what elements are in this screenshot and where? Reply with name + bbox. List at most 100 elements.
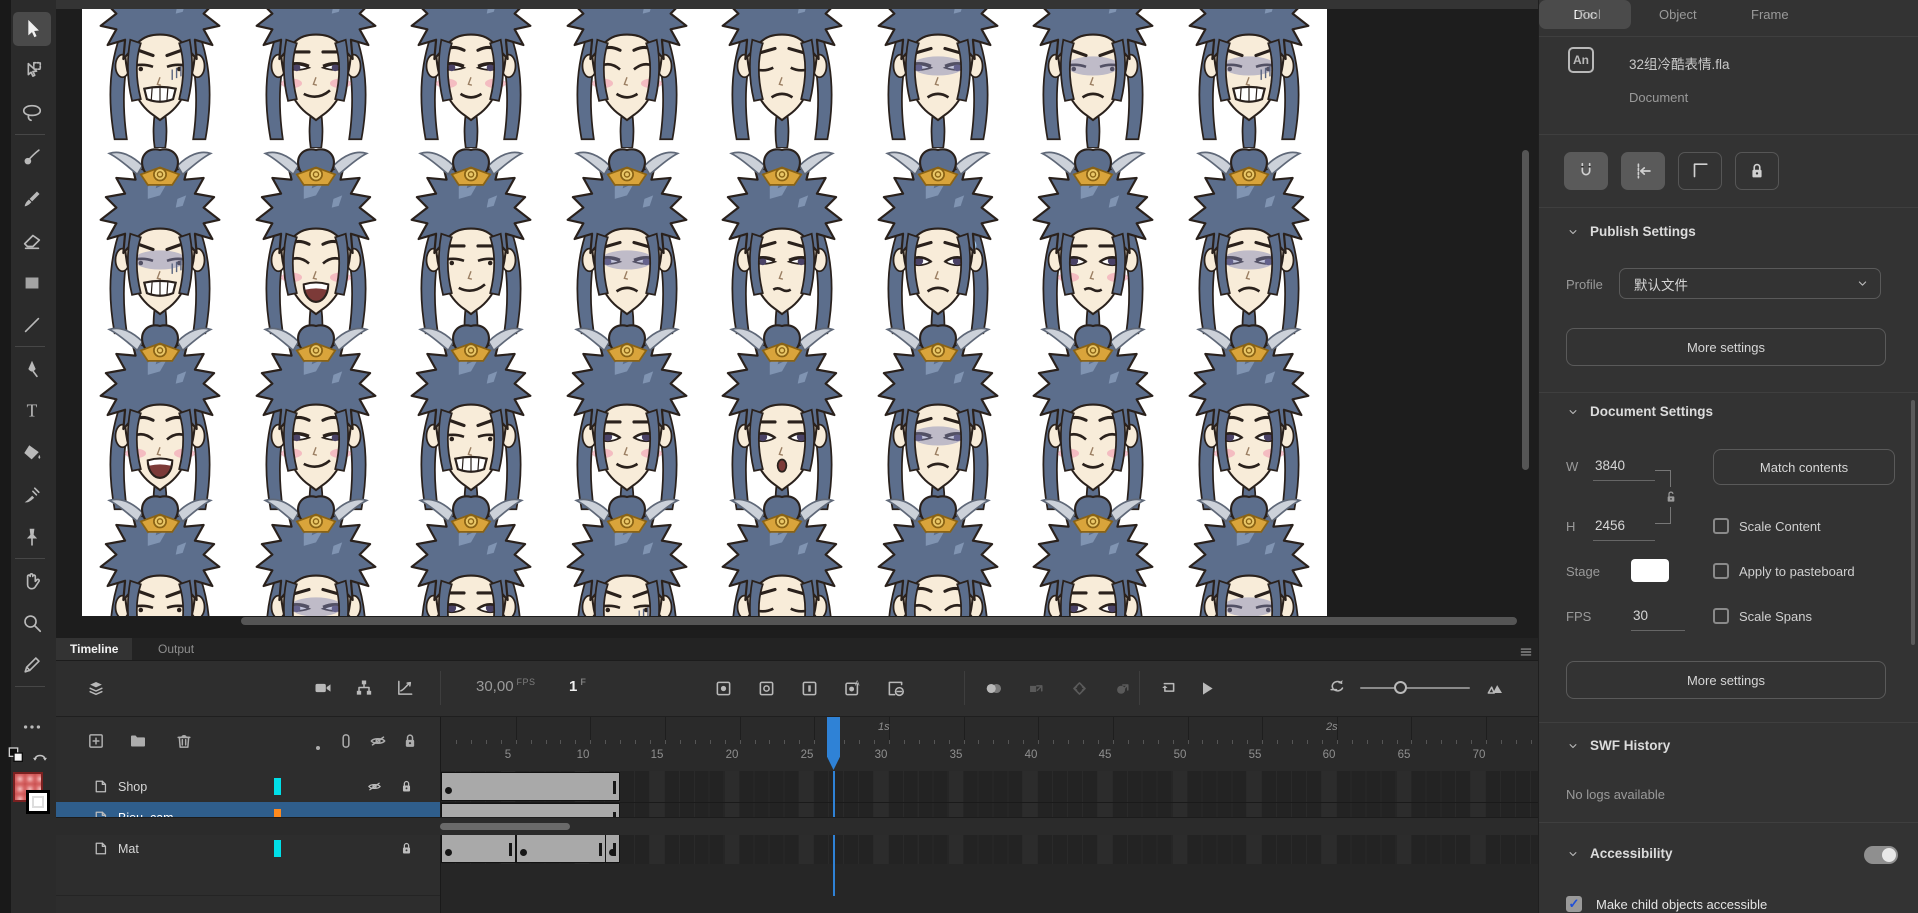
camera-column-icon[interactable]	[336, 731, 356, 751]
frame-number-ruler[interactable]: 510152025303540455055606570	[441, 740, 1538, 772]
stage-color-swatch[interactable]	[1631, 559, 1669, 582]
camera-icon[interactable]	[308, 673, 338, 703]
timeline-zoom-slider[interactable]	[1360, 687, 1470, 689]
paint-bucket-tool[interactable]	[13, 436, 51, 470]
profile-dropdown[interactable]: 默认文件	[1619, 268, 1881, 299]
pen-tool[interactable]	[13, 352, 51, 386]
wh-lock-open-icon[interactable]	[1663, 487, 1679, 507]
stage[interactable]	[82, 9, 1327, 616]
layer-hidden-icon[interactable]	[366, 778, 383, 796]
canvas-horizontal-scrollbar[interactable]	[241, 617, 1517, 625]
tab-output[interactable]: Output	[144, 638, 208, 660]
timeline-tabbar: Timeline Output	[56, 638, 1538, 661]
add-folder-icon[interactable]	[128, 731, 148, 751]
current-frame-display[interactable]: 1F	[569, 677, 586, 695]
canvas-vertical-scrollbar[interactable]	[1522, 150, 1529, 470]
match-contents-button[interactable]: Match contents	[1713, 449, 1895, 485]
frame-area[interactable]: 1s2s 510152025303540455055606570	[441, 717, 1538, 913]
properties-scrollbar[interactable]	[1911, 400, 1915, 645]
publish-more-settings-button[interactable]: More settings	[1566, 328, 1886, 366]
scale-content-checkbox[interactable]	[1713, 518, 1729, 534]
layer-empty-row[interactable]	[56, 864, 440, 896]
lasso-tool[interactable]	[13, 96, 51, 130]
play-button[interactable]	[1191, 673, 1221, 703]
fps-field[interactable]: 30	[1633, 608, 1648, 623]
snap-align-toggle-button[interactable]	[1621, 152, 1665, 190]
lock-column-icon[interactable]	[400, 731, 420, 751]
stroke-color-swatch[interactable]	[26, 790, 50, 814]
tab-frame[interactable]: Frame	[1751, 7, 1789, 22]
layers-stack-icon[interactable]	[81, 673, 111, 703]
pencil-tool[interactable]	[13, 648, 51, 682]
document-settings-header[interactable]: Document Settings	[1566, 404, 1713, 419]
accessibility-toggle[interactable]	[1864, 846, 1898, 864]
eyedropper-tool[interactable]	[13, 478, 51, 512]
subselection-tool[interactable]	[13, 54, 51, 88]
layer-locked-icon[interactable]	[398, 840, 415, 858]
rectangle-tool[interactable]	[13, 266, 51, 300]
frame-span[interactable]	[441, 772, 620, 801]
canvas-pasteboard[interactable]	[56, 0, 1538, 638]
scale-spans-checkbox[interactable]	[1713, 608, 1729, 624]
zoom-tool[interactable]	[13, 606, 51, 640]
timeline-horizontal-scrollbar[interactable]	[440, 823, 570, 830]
layer-row-Shop[interactable]: Shop	[56, 771, 440, 803]
accessibility-header[interactable]: Accessibility	[1566, 846, 1673, 861]
more-tools-tool[interactable]	[13, 710, 51, 744]
layer-color-chip[interactable]	[274, 778, 281, 795]
classic-brush-tool[interactable]	[13, 182, 51, 216]
make-child-accessible-checkbox[interactable]: ✓	[1566, 896, 1582, 912]
outline-column-icon[interactable]	[308, 738, 328, 758]
insert-blank-keyframe-icon[interactable]	[751, 673, 781, 703]
layer-locked-icon[interactable]	[398, 778, 415, 796]
swap-colors-icon[interactable]	[30, 747, 50, 767]
publish-settings-header[interactable]: Publish Settings	[1566, 224, 1696, 239]
expression-face-26	[241, 490, 391, 616]
parenting-icon[interactable]	[349, 673, 379, 703]
tab-object[interactable]: Object	[1659, 7, 1697, 22]
visibility-column-icon[interactable]	[368, 731, 388, 751]
graph-icon[interactable]	[390, 673, 420, 703]
onion-skin-icon[interactable]	[978, 673, 1008, 703]
tab-tool[interactable]: Tool	[1577, 7, 1601, 22]
line-tool[interactable]	[13, 308, 51, 342]
remove-frame-icon[interactable]	[880, 673, 910, 703]
frame-span[interactable]	[605, 834, 620, 863]
layer-color-chip[interactable]	[274, 840, 281, 857]
hand-tool[interactable]	[13, 564, 51, 598]
keyframe-dot[interactable]	[520, 849, 527, 856]
layer-row-Mat[interactable]: Mat	[56, 833, 440, 865]
eraser-tool[interactable]	[13, 224, 51, 258]
apply-to-pasteboard-checkbox[interactable]	[1713, 563, 1729, 579]
zoom-mountain-icon[interactable]	[1480, 673, 1510, 703]
undo-curve-icon[interactable]	[1322, 673, 1352, 703]
height-field[interactable]: 2456	[1595, 518, 1625, 533]
add-layer-icon[interactable]	[86, 731, 106, 751]
selection-tool[interactable]	[13, 12, 51, 46]
insert-frame-icon[interactable]	[794, 673, 824, 703]
tab-timeline[interactable]: Timeline	[56, 638, 132, 660]
ruler-corner-toggle-button[interactable]	[1678, 152, 1722, 190]
animate-logo: An	[1568, 47, 1594, 73]
frame-span[interactable]	[516, 834, 606, 863]
auto-keyframe-icon[interactable]: A	[837, 673, 867, 703]
swf-history-header[interactable]: SWF History	[1566, 738, 1670, 753]
frame-span[interactable]	[441, 834, 516, 863]
default-colors-icon[interactable]	[6, 745, 26, 765]
keyframe-dot[interactable]	[445, 787, 452, 794]
ruler-frame-number: 55	[1243, 749, 1267, 761]
loop-button[interactable]	[1152, 673, 1182, 703]
document-more-settings-button[interactable]: More settings	[1566, 661, 1886, 699]
panel-menu-icon[interactable]	[1518, 643, 1534, 661]
fluid-brush-tool[interactable]	[13, 140, 51, 174]
delete-layer-icon[interactable]	[174, 731, 194, 751]
magnet-toggle-button[interactable]	[1564, 152, 1608, 190]
width-field[interactable]: 3840	[1595, 458, 1625, 473]
keyframe-dot[interactable]	[445, 849, 452, 856]
lock-toggle-button[interactable]	[1735, 152, 1779, 190]
insert-keyframe-icon[interactable]	[708, 673, 738, 703]
text-tool[interactable]: T	[13, 394, 51, 428]
timeline-zoom-slider-knob[interactable]	[1394, 681, 1407, 694]
pin-tool[interactable]	[13, 520, 51, 554]
fps-display[interactable]: 30,00FPS	[476, 677, 536, 695]
